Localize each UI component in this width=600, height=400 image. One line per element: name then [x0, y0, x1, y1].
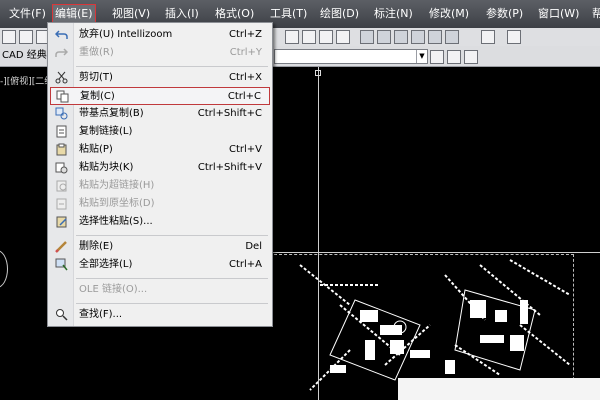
- menu-item-undo[interactable]: 放弃(U) Intellizoom Ctrl+Z: [50, 26, 270, 44]
- menu-dimension[interactable]: 标注(N): [372, 5, 415, 23]
- menu-item-ole-links[interactable]: OLE 链接(O)...: [50, 281, 270, 299]
- redo-icon: [55, 48, 68, 57]
- text-style-icon[interactable]: [507, 30, 521, 44]
- copy-base-icon: [55, 107, 68, 120]
- menu-separator: [76, 303, 268, 304]
- menu-item-select-all[interactable]: 全部选择(L) Ctrl+A: [50, 256, 270, 274]
- paste-hyperlink-icon: [56, 180, 67, 192]
- scissors-icon: [55, 71, 68, 84]
- help-icon[interactable]: [481, 30, 495, 44]
- menu-item-paste-as-block[interactable]: 粘贴为块(K) Ctrl+Shift+V: [50, 159, 270, 177]
- menu-view[interactable]: 视图(V): [110, 5, 152, 23]
- status-region: [398, 378, 600, 400]
- menu-format[interactable]: 格式(O): [213, 5, 256, 23]
- workspace-label: CAD 经典: [2, 50, 47, 61]
- zoom-window-icon[interactable]: [319, 30, 333, 44]
- menu-item-find[interactable]: 查找(F)...: [50, 306, 270, 324]
- open-icon[interactable]: [2, 30, 16, 44]
- menu-item-copy-link[interactable]: 复制链接(L): [50, 123, 270, 141]
- pickbox: [315, 70, 321, 76]
- paste-block-icon: [55, 162, 68, 174]
- menu-item-copy-with-base-point[interactable]: 带基点复制(B) Ctrl+Shift+C: [50, 105, 270, 123]
- zoom-previous-icon[interactable]: [336, 30, 350, 44]
- find-icon: [56, 309, 68, 321]
- markup-icon[interactable]: [428, 30, 442, 44]
- menu-file[interactable]: 文件(F): [7, 5, 48, 23]
- workspace-combo[interactable]: CAD 经典: [0, 49, 50, 64]
- menu-item-paste-as-hyperlink[interactable]: 粘贴为超链接(H): [50, 177, 270, 195]
- copy-link-icon: [56, 125, 67, 138]
- menu-help[interactable]: 帮: [590, 5, 600, 23]
- pan-icon[interactable]: [285, 30, 299, 44]
- tool-palettes-icon[interactable]: [394, 30, 408, 44]
- menu-item-delete[interactable]: 删除(E) Del: [50, 238, 270, 256]
- paste-icon: [56, 143, 67, 156]
- layer-combo[interactable]: ▼: [274, 49, 428, 64]
- menu-item-cut[interactable]: 剪切(T) Ctrl+X: [50, 69, 270, 87]
- menu-parameters[interactable]: 参数(P): [484, 5, 525, 23]
- menu-item-paste-special[interactable]: 选择性粘贴(S)...: [50, 213, 270, 231]
- copy-icon: [56, 90, 69, 103]
- menu-tools[interactable]: 工具(T): [268, 5, 309, 23]
- menu-window[interactable]: 窗口(W): [536, 5, 581, 23]
- paste-original-icon: [56, 198, 67, 210]
- menu-item-redo[interactable]: 重做(R) Ctrl+Y: [50, 44, 270, 62]
- menu-modify[interactable]: 修改(M): [427, 5, 471, 23]
- calculator-icon[interactable]: [445, 30, 459, 44]
- design-center-icon[interactable]: [377, 30, 391, 44]
- layer-match-icon[interactable]: [464, 50, 478, 64]
- edit-menu-dropdown: 放弃(U) Intellizoom Ctrl+Z 重做(R) Ctrl+Y 剪切…: [47, 22, 273, 327]
- undo-icon: [55, 30, 68, 39]
- zoom-realtime-icon[interactable]: [302, 30, 316, 44]
- viewport-title[interactable]: -][俯视][二维: [0, 74, 53, 87]
- paste-special-icon: [56, 216, 67, 228]
- menu-item-paste[interactable]: 粘贴(P) Ctrl+V: [50, 141, 270, 159]
- crosshair-vertical: [318, 67, 319, 400]
- menu-edit[interactable]: 编辑(E): [52, 4, 96, 24]
- save-icon[interactable]: [19, 30, 33, 44]
- menu-draw[interactable]: 绘图(D): [318, 5, 361, 23]
- properties-icon[interactable]: [360, 30, 374, 44]
- layer-previous-icon[interactable]: [430, 50, 444, 64]
- sheet-set-icon[interactable]: [411, 30, 425, 44]
- crosshair-horizontal: [272, 252, 600, 253]
- menu-separator: [76, 66, 268, 67]
- select-all-icon: [55, 258, 68, 271]
- menu-item-paste-to-original-coords[interactable]: 粘贴到原坐标(D): [50, 195, 270, 213]
- chevron-down-icon[interactable]: ▼: [416, 50, 427, 63]
- menu-separator: [76, 278, 268, 279]
- menu-insert[interactable]: 插入(I): [163, 5, 201, 23]
- menu-item-copy[interactable]: 复制(C) Ctrl+C: [50, 87, 270, 105]
- layer-state-icon[interactable]: [447, 50, 461, 64]
- eraser-icon: [55, 241, 67, 253]
- menu-separator: [76, 235, 268, 236]
